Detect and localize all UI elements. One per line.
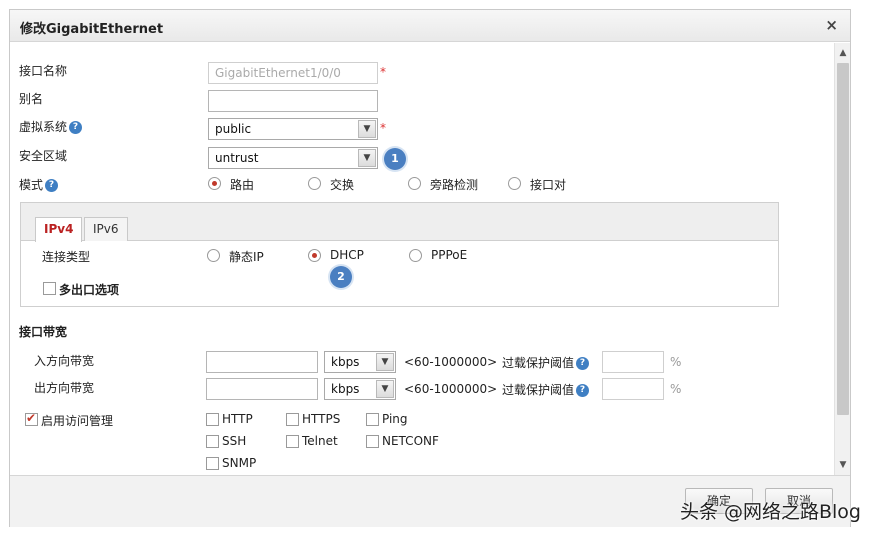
conn-static-radio[interactable] — [207, 249, 220, 262]
tab-ipv6[interactable]: IPv6 — [84, 217, 128, 241]
chevron-down-icon[interactable]: ▼ — [376, 380, 394, 398]
multi-exit-checkbox[interactable] — [43, 282, 56, 295]
dialog-content: 接口名称 GigabitEthernet1/0/0 * 别名 虚拟系统? pub… — [10, 43, 834, 475]
alias-label: 别名 — [19, 92, 44, 106]
help-icon[interactable]: ? — [69, 121, 83, 134]
ip-tab-panel: IPv4 IPv6 连接类型 静态IP DHCP PPPoE 2 多出口选项 — [20, 202, 779, 307]
outbound-bandwidth-input[interactable] — [206, 378, 318, 400]
close-icon[interactable]: × — [825, 16, 838, 34]
http-checkbox[interactable] — [206, 413, 219, 426]
netconf-label: NETCONF — [382, 434, 439, 448]
mode-route-radio[interactable] — [208, 177, 221, 190]
netconf-checkbox[interactable] — [366, 435, 379, 448]
outbound-unit-value: kbps — [331, 382, 360, 396]
scroll-up-icon[interactable]: ▲ — [835, 45, 851, 61]
mode-pair-radio[interactable] — [508, 177, 521, 190]
overload-label-text: 过载保护阈值 — [502, 356, 575, 370]
access-mgmt-checkbox[interactable] — [25, 411, 38, 426]
inbound-unit-select[interactable]: kbps ▼ — [324, 351, 396, 373]
ssh-label: SSH — [222, 434, 247, 448]
snmp-checkbox[interactable] — [206, 457, 219, 470]
http-label: HTTP — [222, 412, 253, 426]
virtual-system-value: public — [215, 122, 252, 136]
inbound-percent: % — [670, 355, 682, 369]
interface-name-label: 接口名称 — [19, 64, 68, 78]
vertical-scrollbar[interactable]: ▲ ▼ — [834, 43, 850, 475]
outbound-percent: % — [670, 382, 682, 396]
outbound-overload-input — [602, 378, 664, 400]
outbound-range-hint: <60-1000000> — [404, 382, 498, 396]
mode-switch-label: 交换 — [330, 178, 355, 192]
telnet-checkbox[interactable] — [286, 435, 299, 448]
outbound-bandwidth-label: 出方向带宽 — [34, 381, 95, 395]
annotation-badge-2: 2 — [330, 266, 352, 288]
interface-name-field: GigabitEthernet1/0/0 — [208, 62, 378, 84]
edit-interface-dialog: 修改GigabitEthernet × 接口名称 GigabitEthernet… — [9, 9, 851, 527]
outbound-overload-label: 过载保护阈值? — [502, 381, 590, 398]
virtual-system-label: 虚拟系统? — [19, 118, 83, 135]
https-label: HTTPS — [302, 412, 341, 426]
required-mark: * — [380, 121, 386, 135]
https-checkbox[interactable] — [286, 413, 299, 426]
telnet-label: Telnet — [302, 434, 338, 448]
scroll-thumb[interactable] — [837, 63, 849, 415]
dialog-titlebar: 修改GigabitEthernet × — [10, 10, 850, 42]
inbound-bandwidth-label: 入方向带宽 — [34, 354, 95, 368]
snmp-label: SNMP — [222, 456, 257, 470]
ip-tab-strip: IPv4 IPv6 — [21, 203, 778, 242]
virtual-system-label-text: 虚拟系统 — [19, 120, 68, 134]
bandwidth-section-title: 接口带宽 — [19, 325, 68, 339]
ssh-checkbox[interactable] — [206, 435, 219, 448]
mode-route-label: 路由 — [230, 178, 255, 192]
tab-ipv4[interactable]: IPv4 — [35, 217, 83, 242]
ping-checkbox[interactable] — [366, 413, 379, 426]
security-zone-label: 安全区域 — [19, 149, 68, 163]
mode-switch-radio[interactable] — [308, 177, 321, 190]
chevron-down-icon[interactable]: ▼ — [376, 353, 394, 371]
inbound-overload-input — [602, 351, 664, 373]
ping-label: Ping — [382, 412, 408, 426]
inbound-overload-label: 过载保护阈值? — [502, 354, 590, 371]
help-icon[interactable]: ? — [45, 179, 59, 192]
watermark-text: 头条 @网络之路Blog — [679, 501, 861, 523]
outbound-unit-select[interactable]: kbps ▼ — [324, 378, 396, 400]
inbound-unit-value: kbps — [331, 355, 360, 369]
mode-label: 模式? — [19, 176, 59, 193]
required-mark: * — [380, 65, 386, 79]
mode-pair-label: 接口对 — [530, 178, 567, 192]
alias-input[interactable] — [208, 90, 378, 112]
access-mgmt-label: 启用访问管理 — [41, 414, 114, 428]
annotation-badge-1: 1 — [384, 148, 406, 170]
mode-bypass-label: 旁路检测 — [430, 178, 479, 192]
security-zone-select[interactable]: untrust ▼ — [208, 147, 378, 169]
chevron-down-icon[interactable]: ▼ — [358, 120, 376, 138]
chevron-down-icon[interactable]: ▼ — [358, 149, 376, 167]
inbound-bandwidth-input[interactable] — [206, 351, 318, 373]
help-icon[interactable]: ? — [576, 384, 590, 397]
conn-dhcp-label: DHCP — [330, 248, 364, 262]
inbound-range-hint: <60-1000000> — [404, 355, 498, 369]
multi-exit-label: 多出口选项 — [59, 283, 120, 297]
mode-bypass-radio[interactable] — [408, 177, 421, 190]
connection-type-label: 连接类型 — [42, 250, 91, 264]
conn-pppoe-radio[interactable] — [409, 249, 422, 262]
dialog-title: 修改GigabitEthernet — [20, 22, 164, 37]
virtual-system-select[interactable]: public ▼ — [208, 118, 378, 140]
security-zone-value: untrust — [215, 151, 259, 165]
help-icon[interactable]: ? — [576, 357, 590, 370]
mode-label-text: 模式 — [19, 178, 44, 192]
conn-pppoe-label: PPPoE — [431, 248, 468, 262]
scroll-down-icon[interactable]: ▼ — [835, 457, 851, 473]
conn-static-label: 静态IP — [229, 250, 264, 264]
overload-label-text: 过载保护阈值 — [502, 383, 575, 397]
conn-dhcp-radio[interactable] — [308, 249, 321, 262]
